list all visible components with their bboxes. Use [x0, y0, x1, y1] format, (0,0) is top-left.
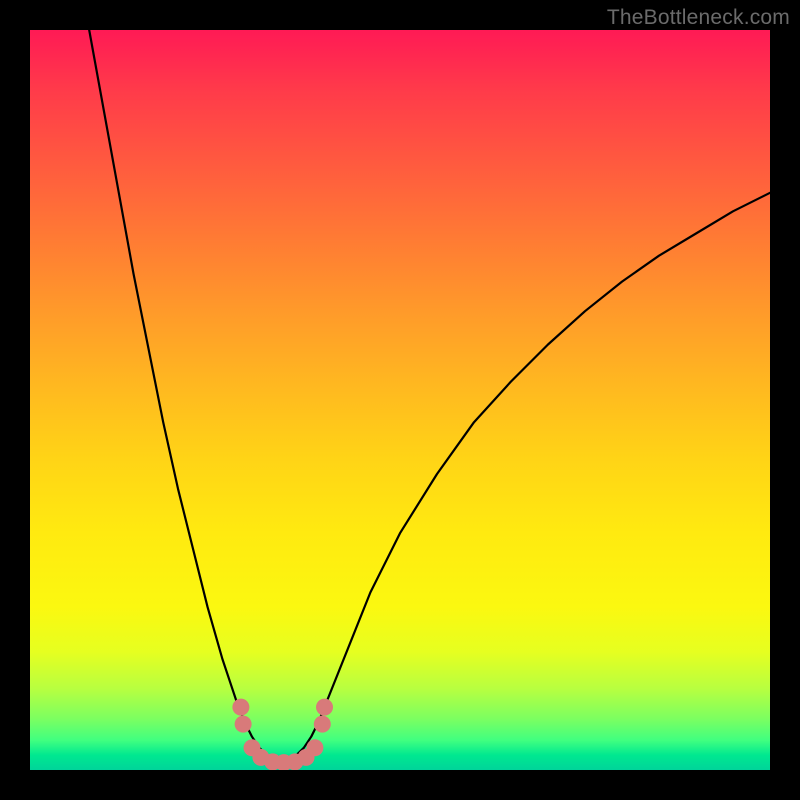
- watermark-text: TheBottleneck.com: [607, 6, 790, 30]
- marker-0: [232, 699, 249, 716]
- chart-frame: TheBottleneck.com: [0, 0, 800, 800]
- series-right-branch: [282, 193, 770, 763]
- marker-9: [314, 716, 331, 733]
- marker-1: [235, 716, 252, 733]
- marker-10: [316, 699, 333, 716]
- plot-area: [30, 30, 770, 770]
- bottom-markers: [232, 699, 333, 770]
- series-left-branch: [89, 30, 281, 763]
- curve-layer: [30, 30, 770, 770]
- bottleneck-curve: [89, 30, 770, 763]
- marker-8: [306, 739, 323, 756]
